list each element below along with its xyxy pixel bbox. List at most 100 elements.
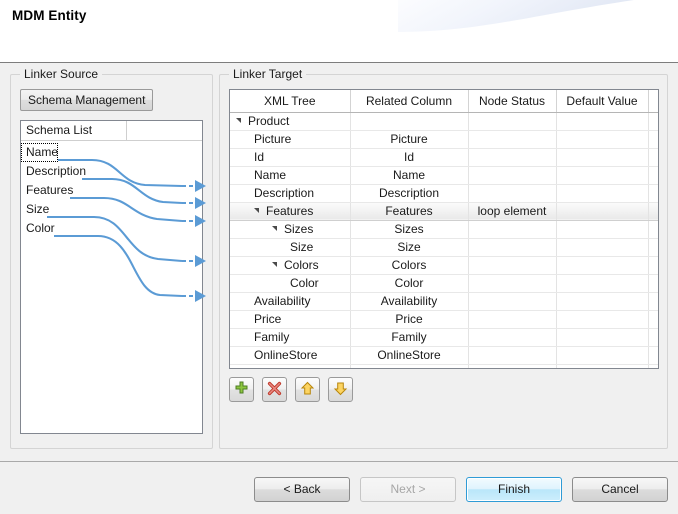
table-row[interactable]: Product	[230, 112, 658, 131]
cell-xml-tree[interactable]: Family	[230, 328, 351, 347]
column-header[interactable]: XML Tree	[230, 90, 351, 113]
cell-default-value[interactable]	[556, 112, 649, 131]
finish-button[interactable]: Finish	[466, 477, 562, 502]
table-row[interactable]: Availability Availability	[230, 292, 658, 311]
cell-xml-tree[interactable]: OnlineStore	[230, 346, 351, 365]
cell-default-value[interactable]	[556, 256, 649, 275]
cancel-button[interactable]: Cancel	[572, 477, 668, 502]
cell-default-value[interactable]	[556, 292, 649, 311]
table-row[interactable]: Features Features loop element	[230, 201, 658, 221]
cell-node-status[interactable]	[468, 274, 557, 293]
cell-default-value[interactable]	[556, 346, 649, 365]
cell-node-status[interactable]	[468, 292, 557, 311]
table-row[interactable]: Size Size	[230, 238, 658, 257]
cell-related-column[interactable]: Color	[350, 274, 469, 293]
schema-list-item[interactable]: Name	[21, 143, 202, 162]
cell-xml-tree[interactable]: Id	[230, 148, 351, 167]
cell-default-value[interactable]	[556, 201, 649, 221]
cell-xml-tree[interactable]: Sizes	[230, 220, 351, 239]
cell-node-status[interactable]	[468, 220, 557, 239]
cell-xml-tree[interactable]: Availability	[230, 292, 351, 311]
table-row[interactable]: Family Family	[230, 328, 658, 347]
cell-xml-tree[interactable]: Description	[230, 184, 351, 203]
cell-default-value[interactable]	[556, 274, 649, 293]
cell-node-status[interactable]	[468, 184, 557, 203]
cell-node-status[interactable]	[468, 364, 557, 368]
delete-button[interactable]	[262, 377, 287, 402]
cell-related-column[interactable]: Picture	[350, 130, 469, 149]
back-button[interactable]: < Back	[254, 477, 350, 502]
cell-xml-tree[interactable]	[230, 364, 351, 368]
column-header[interactable]: Default Value	[556, 90, 649, 113]
table-row[interactable]: Price Price	[230, 310, 658, 329]
expander-triangle-icon[interactable]	[272, 261, 281, 270]
schema-list-item[interactable]: Size	[21, 200, 202, 219]
cell-default-value[interactable]	[556, 220, 649, 239]
schema-list-col-name[interactable]: Schema List	[21, 121, 127, 140]
cell-node-status[interactable]	[468, 148, 557, 167]
table-row[interactable]: Sizes Sizes	[230, 220, 658, 239]
cell-node-status[interactable]	[468, 346, 557, 365]
cell-node-status[interactable]	[468, 328, 557, 347]
cell-xml-tree[interactable]: Colors	[230, 256, 351, 275]
schema-management-button[interactable]: Schema Management	[20, 89, 154, 111]
table-row[interactable]	[230, 364, 658, 368]
cell-related-column[interactable]	[350, 364, 469, 368]
cell-default-value[interactable]	[556, 184, 649, 203]
cell-related-column[interactable]: Id	[350, 148, 469, 167]
cell-xml-tree[interactable]: Price	[230, 310, 351, 329]
cell-node-status[interactable]	[468, 130, 557, 149]
cell-default-value[interactable]	[556, 130, 649, 149]
cell-related-column[interactable]: Family	[350, 328, 469, 347]
cell-node-status[interactable]	[468, 238, 557, 257]
add-button[interactable]	[229, 377, 254, 402]
cell-node-status[interactable]	[468, 256, 557, 275]
schema-list-item[interactable]: Features	[21, 181, 202, 200]
cell-related-column[interactable]: Colors	[350, 256, 469, 275]
cell-related-column[interactable]: Price	[350, 310, 469, 329]
cell-related-column[interactable]: Size	[350, 238, 469, 257]
table-row[interactable]: Id Id	[230, 148, 658, 167]
cell-related-column[interactable]: OnlineStore	[350, 346, 469, 365]
cell-related-column[interactable]	[350, 112, 469, 131]
cell-related-column[interactable]: Features	[350, 201, 469, 221]
expander-triangle-icon[interactable]	[254, 207, 263, 216]
move-down-button[interactable]	[328, 377, 353, 402]
table-row[interactable]: Picture Picture	[230, 130, 658, 149]
schema-list-col-blank[interactable]	[127, 121, 202, 140]
cell-xml-tree[interactable]: Color	[230, 274, 351, 293]
cell-default-value[interactable]	[556, 238, 649, 257]
cell-xml-tree[interactable]: Size	[230, 238, 351, 257]
cell-xml-tree[interactable]: Features	[230, 201, 351, 221]
cell-xml-tree[interactable]: Picture	[230, 130, 351, 149]
cell-xml-tree[interactable]: Name	[230, 166, 351, 185]
cell-default-value[interactable]	[556, 310, 649, 329]
move-up-button[interactable]	[295, 377, 320, 402]
cell-default-value[interactable]	[556, 364, 649, 368]
cell-related-column[interactable]: Description	[350, 184, 469, 203]
schema-list-item[interactable]: Description	[21, 162, 202, 181]
cell-xml-tree[interactable]: Product	[230, 112, 351, 131]
schema-list-panel[interactable]: Schema List Name Description Features Size C…	[20, 120, 203, 434]
table-row[interactable]: Colors Colors	[230, 256, 658, 275]
cell-node-status[interactable]: loop element	[468, 201, 557, 221]
cell-default-value[interactable]	[556, 166, 649, 185]
cell-related-column[interactable]: Name	[350, 166, 469, 185]
table-row[interactable]: OnlineStore OnlineStore	[230, 346, 658, 365]
expander-triangle-icon[interactable]	[236, 117, 245, 126]
cell-node-status[interactable]	[468, 310, 557, 329]
table-row[interactable]: Description Description	[230, 184, 658, 203]
cell-default-value[interactable]	[556, 328, 649, 347]
column-header[interactable]: Node Status	[468, 90, 557, 113]
xml-tree-table-container[interactable]: XML Tree Related Column Node Status Default…	[229, 89, 659, 369]
column-header[interactable]	[648, 90, 658, 113]
cell-node-status[interactable]	[468, 166, 557, 185]
cell-default-value[interactable]	[556, 148, 649, 167]
column-header[interactable]: Related Column	[350, 90, 469, 113]
table-row[interactable]: Name Name	[230, 166, 658, 185]
table-row[interactable]: Color Color	[230, 274, 658, 293]
schema-list-item[interactable]: Color	[21, 219, 202, 238]
cell-node-status[interactable]	[468, 112, 557, 131]
expander-triangle-icon[interactable]	[272, 225, 281, 234]
cell-related-column[interactable]: Availability	[350, 292, 469, 311]
